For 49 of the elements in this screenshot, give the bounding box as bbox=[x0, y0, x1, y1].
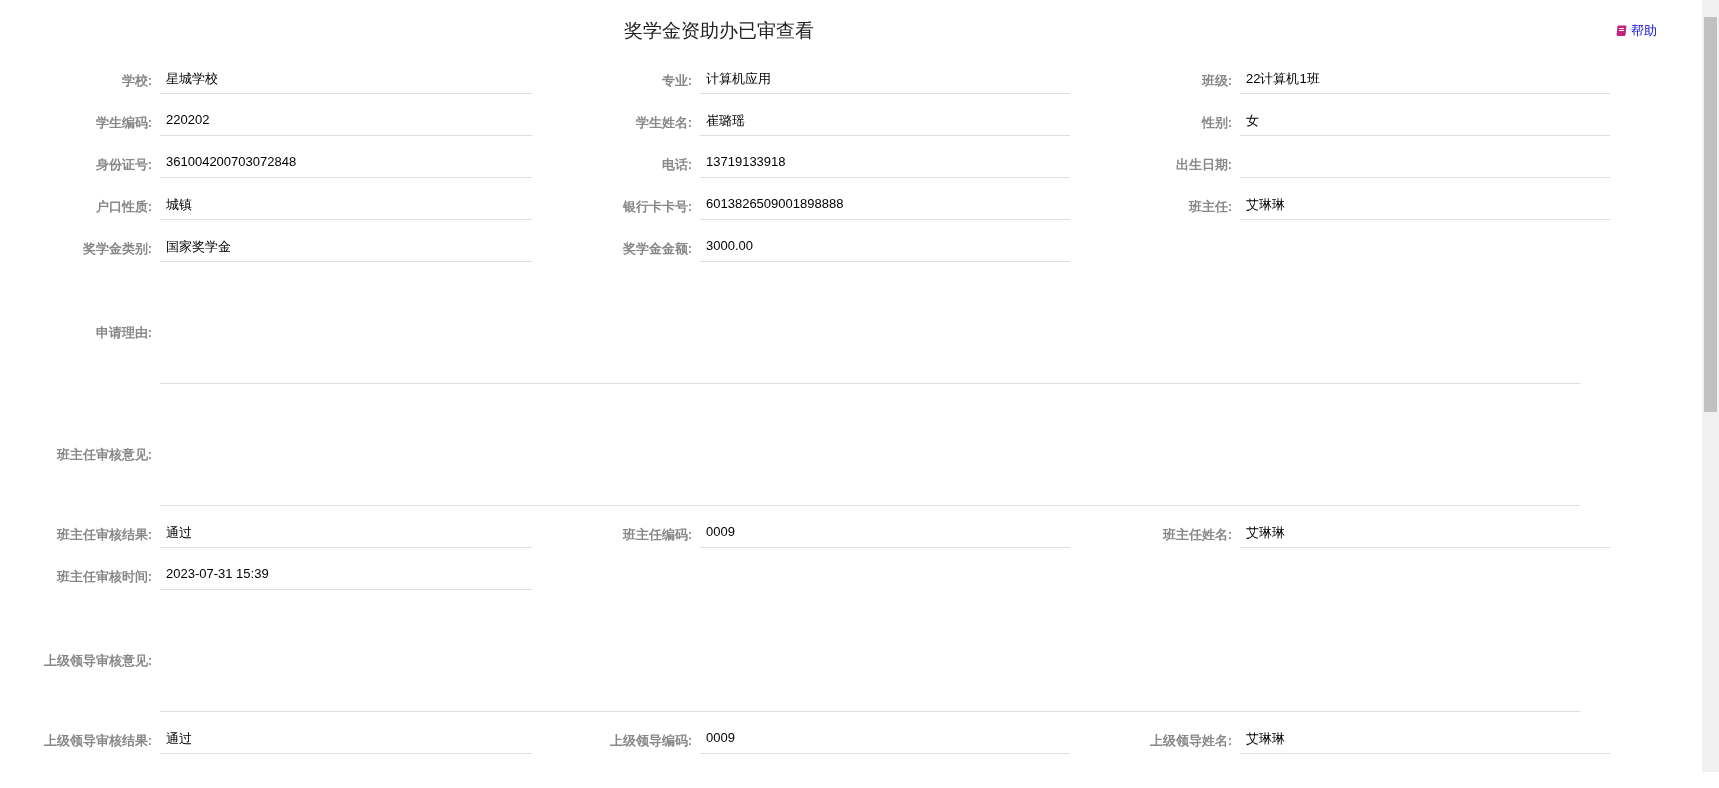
value-field: 220202 bbox=[160, 104, 532, 136]
value-field: 计算机应用 bbox=[700, 62, 1070, 94]
page-title: 奖学金资助办已审查看 bbox=[624, 19, 815, 43]
field-label: 班主任姓名: bbox=[1161, 526, 1232, 544]
help-link[interactable]: 帮助 bbox=[1615, 22, 1657, 40]
value-field: 0009 bbox=[700, 516, 1070, 548]
value-field: 艾琳琳 bbox=[1240, 722, 1610, 754]
field-label: 电话: bbox=[660, 156, 692, 174]
field-label: 班级: bbox=[1200, 72, 1232, 90]
field-label: 户口性质: bbox=[94, 198, 152, 216]
field-label: 班主任审核时间: bbox=[55, 568, 152, 586]
field-label: 上级领导姓名: bbox=[1148, 732, 1232, 750]
value-field: 艾琳琳 bbox=[1240, 516, 1610, 548]
value-field: 361004200703072848 bbox=[160, 146, 532, 178]
field-label: 学生姓名: bbox=[634, 114, 692, 132]
value-field: 2023-07-31 15:39 bbox=[160, 558, 532, 590]
field-label: 奖学金类别: bbox=[81, 240, 152, 258]
value-field: 13719133918 bbox=[700, 146, 1070, 178]
field-label: 上级领导审核结果: bbox=[42, 732, 152, 750]
scrollbar[interactable] bbox=[1702, 0, 1719, 772]
value-field: 通过 bbox=[160, 516, 532, 548]
value-field: 城镇 bbox=[160, 188, 532, 220]
value-field: 星城学校 bbox=[160, 62, 532, 94]
field-label: 学校: bbox=[120, 72, 152, 90]
value-field: 艾琳琳 bbox=[1240, 188, 1610, 220]
value-field: 3000.00 bbox=[700, 230, 1070, 262]
field-label: 上级领导审核意见: bbox=[42, 652, 152, 670]
value-field: 22计算机1班 bbox=[1240, 62, 1610, 94]
value-field: 崔璐瑶 bbox=[700, 104, 1070, 136]
field-label: 班主任: bbox=[1187, 198, 1232, 216]
field-label: 班主任审核意见: bbox=[55, 446, 152, 464]
scrollbar-thumb[interactable] bbox=[1704, 17, 1717, 412]
book-icon bbox=[1615, 25, 1627, 37]
field-label: 身份证号: bbox=[94, 156, 152, 174]
value-field: 通过 bbox=[160, 722, 532, 754]
value-field: 6013826509001898888 bbox=[700, 188, 1070, 220]
field-label: 性别: bbox=[1200, 114, 1232, 132]
value-field: 国家奖学金 bbox=[160, 230, 532, 262]
field-label: 上级领导编码: bbox=[608, 732, 692, 750]
field-label: 银行卡卡号: bbox=[621, 198, 692, 216]
field-label: 奖学金金额: bbox=[621, 240, 692, 258]
field-label: 出生日期: bbox=[1174, 156, 1232, 174]
field-label: 班主任编码: bbox=[621, 526, 692, 544]
value-field: 女 bbox=[1240, 104, 1610, 136]
field-label: 班主任审核结果: bbox=[55, 526, 152, 544]
field-label: 专业: bbox=[660, 72, 692, 90]
field-label: 学生编码: bbox=[94, 114, 152, 132]
field-label: 申请理由: bbox=[94, 324, 152, 342]
value-field: 0009 bbox=[700, 722, 1070, 754]
